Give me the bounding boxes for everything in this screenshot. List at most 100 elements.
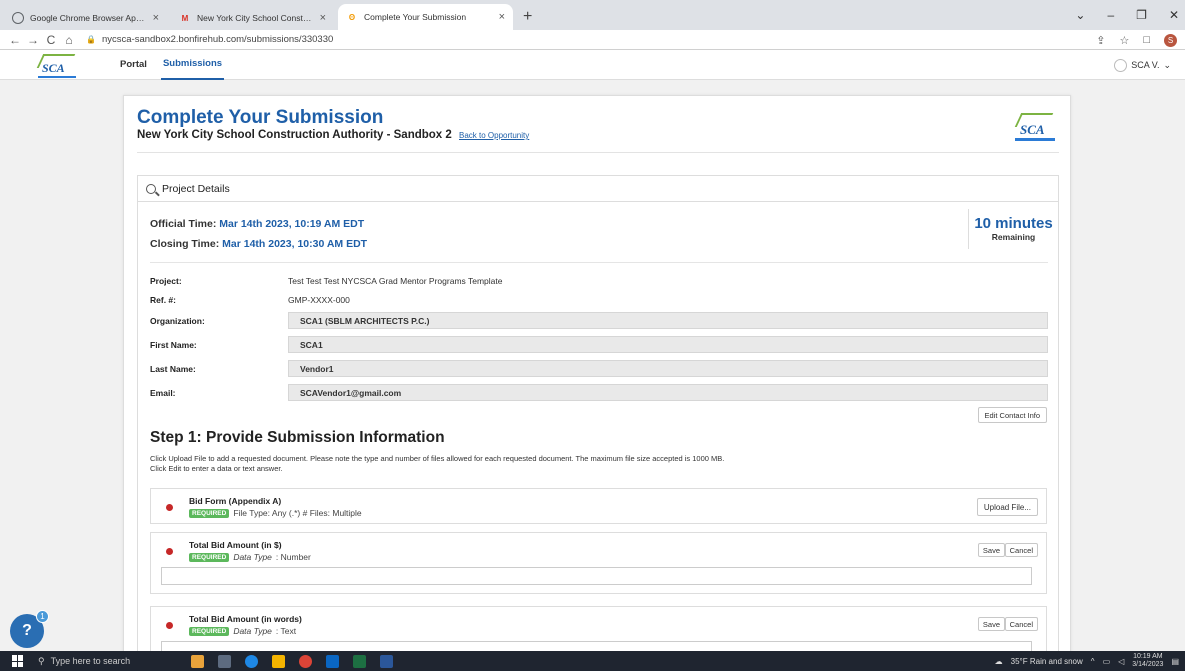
user-avatar-icon [1114,58,1128,72]
close-window-icon[interactable]: ✕ [1169,8,1179,22]
nav-submissions[interactable]: Submissions [160,50,225,80]
chrome-icon[interactable] [299,654,312,668]
nav-portal[interactable]: Portal [118,50,149,80]
divider [150,262,1048,263]
field-label: Last Name: [150,363,196,374]
chrome-icon [12,12,24,24]
save-button[interactable]: Save [977,543,1005,557]
clock-time: 10:19 AM [1133,653,1163,660]
divider [137,152,1059,153]
weather-text[interactable]: 35°F Rain and snow [1011,657,1083,666]
sca-logo[interactable]: SCA [36,52,80,78]
search-icon [146,183,156,194]
step1-desc-line: Click Edit to enter a data or text answe… [150,464,283,473]
submission-card: Complete Your Submission New York City S… [123,95,1071,671]
user-menu[interactable]: SCA V. ⌄ [1114,50,1171,80]
field-value: SCA1 [288,336,1048,353]
requirement-meta: REQUIRED Data Type : Number [189,552,311,562]
task-view-icon[interactable] [218,654,231,668]
app-header: SCA Portal Submissions SCA V. ⌄ [0,50,1185,80]
requirement-meta: REQUIRED File Type: Any (.*) # Files: Mu… [189,508,362,518]
cancel-button[interactable]: Cancel [1004,543,1038,557]
upload-file-button[interactable]: Upload File... [976,498,1038,516]
required-badge: REQUIRED [189,552,230,562]
close-icon[interactable]: × [153,12,159,24]
closing-time-label: Closing Time: [150,238,220,250]
project-details-panel: Project Details Official Time: Mar 14th … [137,175,1059,671]
bookmark-star-icon[interactable]: ☆ [1119,34,1129,47]
browser-tab-strip: Google Chrome Browser Applica × M New Yo… [0,0,1185,30]
sca-card-logo: SCA [1012,110,1058,142]
remaining-value: 10 minutes [974,215,1053,232]
volume-icon[interactable]: ◁ [1118,657,1124,666]
browser-tab-gmail[interactable]: M New York City School Constructi × [171,6,334,30]
field-label: First Name: [150,339,197,350]
data-type-label: Data Type [233,626,272,636]
search-icon: ⚲ [38,655,45,666]
requirement-name: Total Bid Amount (in $) [189,540,282,550]
org-name: New York City School Construction Author… [137,129,452,141]
field-label: Ref. #: [150,294,176,305]
field-value: GMP-XXXX-000 [288,294,350,305]
excel-icon[interactable] [353,654,366,668]
chevron-down-icon: ⌄ [1163,59,1171,70]
page-title: Complete Your Submission [137,107,384,128]
clock[interactable]: 10:19 AM 3/14/2023 [1132,653,1163,669]
restore-icon[interactable]: ❐ [1136,8,1147,22]
widgets-icon[interactable] [191,654,204,668]
url-field[interactable]: 🔒 nycsca-sandbox2.bonfirehub.com/submiss… [86,34,1066,45]
field-value: Test Test Test NYCSCA Grad Mentor Progra… [288,275,503,286]
new-tab-button[interactable]: + [513,8,542,30]
field-value: SCA1 (SBLM ARCHITECTS P.C.) [288,312,1048,329]
edit-contact-info-button[interactable]: Edit Contact Info [977,407,1047,423]
step1-desc-line: Click Upload File to add a requested doc… [150,454,725,463]
forward-icon[interactable]: → [24,33,42,47]
side-panel-icon[interactable]: □ [1143,34,1150,46]
reload-icon[interactable]: C [42,33,60,47]
share-icon[interactable]: ⇪ [1096,34,1105,47]
close-icon[interactable]: × [499,11,505,23]
window-controls: ⌄ – ❐ ✕ [1075,0,1185,30]
system-tray: ☁ 35°F Rain and snow ^ ▭ ◁ 10:19 AM 3/14… [995,651,1179,671]
home-icon[interactable]: ⌂ [60,33,78,47]
network-icon[interactable]: ▭ [1103,657,1111,666]
main-nav: Portal Submissions [118,50,225,80]
save-button[interactable]: Save [977,617,1005,631]
profile-avatar[interactable]: S [1164,33,1177,47]
field-label: Organization: [150,315,205,326]
tab-title: Complete Your Submission [364,12,467,22]
address-bar: ← → C ⌂ 🔒 nycsca-sandbox2.bonfirehub.com… [0,30,1185,50]
notifications-icon[interactable]: ▤ [1171,657,1179,666]
outlook-icon[interactable] [326,654,339,668]
field-value: Vendor1 [288,360,1048,377]
back-to-opportunity-link[interactable]: Back to Opportunity [459,131,529,140]
taskbar-search[interactable]: ⚲ Type here to search [38,651,163,671]
logo-text: SCA [42,60,65,75]
field-label: Email: [150,387,176,398]
project-details-header[interactable]: Project Details [138,176,1058,202]
requirement-file-info: File Type: Any (.*) # Files: Multiple [233,508,362,518]
lock-icon: 🔒 [86,35,96,44]
url-text: nycsca-sandbox2.bonfirehub.com/submissio… [101,34,334,45]
field-label: Project: [150,275,182,286]
browser-tab-chrome-app[interactable]: Google Chrome Browser Applica × [4,6,167,30]
chevron-up-icon[interactable]: ^ [1091,657,1095,666]
edge-icon[interactable] [245,654,258,668]
tab-title: Google Chrome Browser Applica [30,13,147,23]
browser-tab-complete-submission[interactable]: ʘ Complete Your Submission × [338,4,513,30]
cancel-button[interactable]: Cancel [1004,617,1038,631]
org-line: New York City School Construction Author… [137,129,529,141]
file-explorer-icon[interactable] [272,654,285,668]
project-details-title: Project Details [162,182,230,195]
back-icon[interactable]: ← [6,33,24,47]
tab-search-icon[interactable]: ⌄ [1075,8,1085,22]
minimize-icon[interactable]: – [1107,8,1114,22]
required-badge: REQUIRED [189,508,230,518]
requirement-total-bid-dollars: Total Bid Amount (in $) REQUIRED Data Ty… [150,532,1047,594]
official-time-label: Official Time: [150,218,217,230]
total-bid-amount-input[interactable] [161,567,1032,585]
close-icon[interactable]: × [320,12,326,24]
word-icon[interactable] [380,654,393,668]
field-value: SCAVendor1@gmail.com [288,384,1048,401]
windows-start-icon[interactable] [12,655,24,667]
